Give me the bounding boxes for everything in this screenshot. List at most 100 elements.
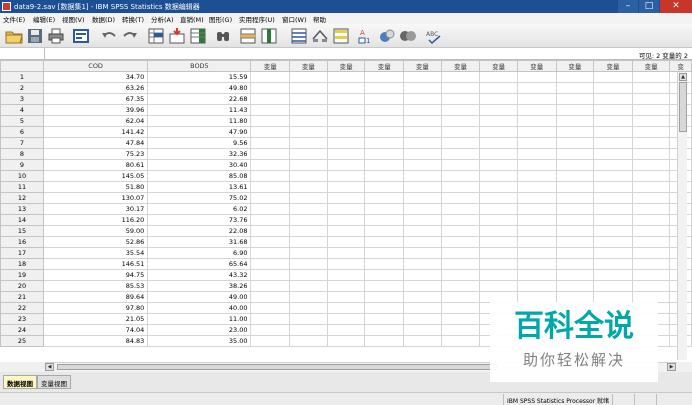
bod5-cell[interactable]: 11.43: [147, 104, 252, 116]
empty-cell[interactable]: [479, 71, 518, 83]
empty-cell[interactable]: [440, 93, 481, 105]
empty-cell[interactable]: [593, 82, 633, 94]
empty-cell[interactable]: [593, 71, 633, 83]
column-header-empty[interactable]: 变量: [440, 60, 481, 72]
empty-cell[interactable]: [364, 203, 405, 215]
empty-cell[interactable]: [440, 148, 481, 160]
vertical-scrollbar[interactable]: ▲: [677, 72, 687, 360]
empty-cell[interactable]: [555, 280, 595, 292]
empty-cell[interactable]: [326, 82, 366, 94]
bod5-cell[interactable]: 49.80: [147, 82, 252, 94]
empty-cell[interactable]: [289, 115, 328, 127]
empty-cell[interactable]: [440, 115, 481, 127]
empty-cell[interactable]: [516, 93, 557, 105]
empty-cell[interactable]: [364, 324, 405, 336]
empty-cell[interactable]: [289, 280, 328, 292]
menu-transform[interactable]: 转换(T): [122, 14, 144, 24]
empty-cell[interactable]: [364, 148, 405, 160]
empty-cell[interactable]: [479, 214, 518, 226]
menu-analyze[interactable]: 分析(A): [151, 14, 174, 24]
cod-cell[interactable]: 67.35: [42, 93, 149, 105]
empty-cell[interactable]: [403, 170, 442, 182]
spell-check-icon[interactable]: ABC: [425, 27, 443, 45]
column-header-empty[interactable]: 变量: [479, 60, 518, 72]
maximize-button[interactable]: □: [639, 0, 659, 13]
cod-cell[interactable]: 94.75: [42, 269, 149, 281]
bod5-cell[interactable]: 85.08: [147, 170, 252, 182]
bod5-cell[interactable]: 43.32: [147, 269, 252, 281]
empty-cell[interactable]: [631, 115, 671, 127]
empty-cell[interactable]: [326, 280, 366, 292]
row-number-cell[interactable]: 12: [0, 192, 44, 204]
split-file-icon[interactable]: [290, 27, 308, 45]
print-icon[interactable]: [47, 27, 65, 45]
empty-cell[interactable]: [403, 181, 442, 193]
bod5-cell[interactable]: 73.76: [147, 214, 252, 226]
empty-cell[interactable]: [479, 269, 518, 281]
empty-cell[interactable]: [516, 71, 557, 83]
vertical-scroll-thumb[interactable]: [679, 82, 687, 132]
row-number-cell[interactable]: 4: [0, 104, 44, 116]
scroll-left-arrow[interactable]: ◀: [45, 363, 54, 371]
row-number-cell[interactable]: 1: [0, 71, 44, 83]
empty-cell[interactable]: [631, 93, 671, 105]
empty-cell[interactable]: [631, 126, 671, 138]
empty-cell[interactable]: [364, 236, 405, 248]
empty-cell[interactable]: [440, 181, 481, 193]
row-number-cell[interactable]: 7: [0, 137, 44, 149]
empty-cell[interactable]: [479, 280, 518, 292]
empty-cell[interactable]: [593, 225, 633, 237]
empty-cell[interactable]: [440, 258, 481, 270]
empty-cell[interactable]: [516, 104, 557, 116]
empty-cell[interactable]: [403, 247, 442, 259]
empty-cell[interactable]: [250, 280, 291, 292]
empty-cell[interactable]: [364, 269, 405, 281]
empty-cell[interactable]: [250, 269, 291, 281]
empty-cell[interactable]: [593, 104, 633, 116]
empty-cell[interactable]: [289, 148, 328, 160]
empty-cell[interactable]: [479, 148, 518, 160]
empty-cell[interactable]: [250, 104, 291, 116]
empty-cell[interactable]: [403, 192, 442, 204]
column-header-empty[interactable]: 变量: [631, 60, 671, 72]
empty-cell[interactable]: [631, 148, 671, 160]
empty-cell[interactable]: [364, 115, 405, 127]
empty-cell[interactable]: [326, 203, 366, 215]
empty-cell[interactable]: [516, 214, 557, 226]
insert-cases-icon[interactable]: [239, 27, 257, 45]
empty-cell[interactable]: [250, 82, 291, 94]
empty-cell[interactable]: [326, 93, 366, 105]
cod-cell[interactable]: 130.07: [42, 192, 149, 204]
empty-cell[interactable]: [516, 115, 557, 127]
show-all-variables-icon[interactable]: [399, 27, 417, 45]
empty-cell[interactable]: [250, 159, 291, 171]
empty-cell[interactable]: [364, 280, 405, 292]
empty-cell[interactable]: [364, 258, 405, 270]
empty-cell[interactable]: [403, 203, 442, 215]
save-icon[interactable]: [26, 27, 44, 45]
empty-cell[interactable]: [326, 181, 366, 193]
empty-cell[interactable]: [289, 170, 328, 182]
empty-cell[interactable]: [593, 192, 633, 204]
cod-cell[interactable]: 116.20: [42, 214, 149, 226]
empty-cell[interactable]: [631, 269, 671, 281]
bod5-cell[interactable]: 11.00: [147, 313, 252, 325]
row-number-cell[interactable]: 6: [0, 126, 44, 138]
empty-cell[interactable]: [555, 269, 595, 281]
empty-cell[interactable]: [479, 247, 518, 259]
empty-cell[interactable]: [440, 137, 481, 149]
empty-cell[interactable]: [593, 148, 633, 160]
empty-cell[interactable]: [516, 247, 557, 259]
empty-cell[interactable]: [289, 126, 328, 138]
bod5-cell[interactable]: 47.90: [147, 126, 252, 138]
empty-cell[interactable]: [289, 104, 328, 116]
value-labels-icon[interactable]: A1: [357, 27, 375, 45]
row-number-cell[interactable]: 13: [0, 203, 44, 215]
column-header-empty[interactable]: 变量: [516, 60, 557, 72]
bod5-cell[interactable]: 38.26: [147, 280, 252, 292]
empty-cell[interactable]: [364, 247, 405, 259]
empty-cell[interactable]: [289, 247, 328, 259]
cod-cell[interactable]: 141.42: [42, 126, 149, 138]
empty-cell[interactable]: [440, 236, 481, 248]
bod5-cell[interactable]: 40.00: [147, 302, 252, 314]
